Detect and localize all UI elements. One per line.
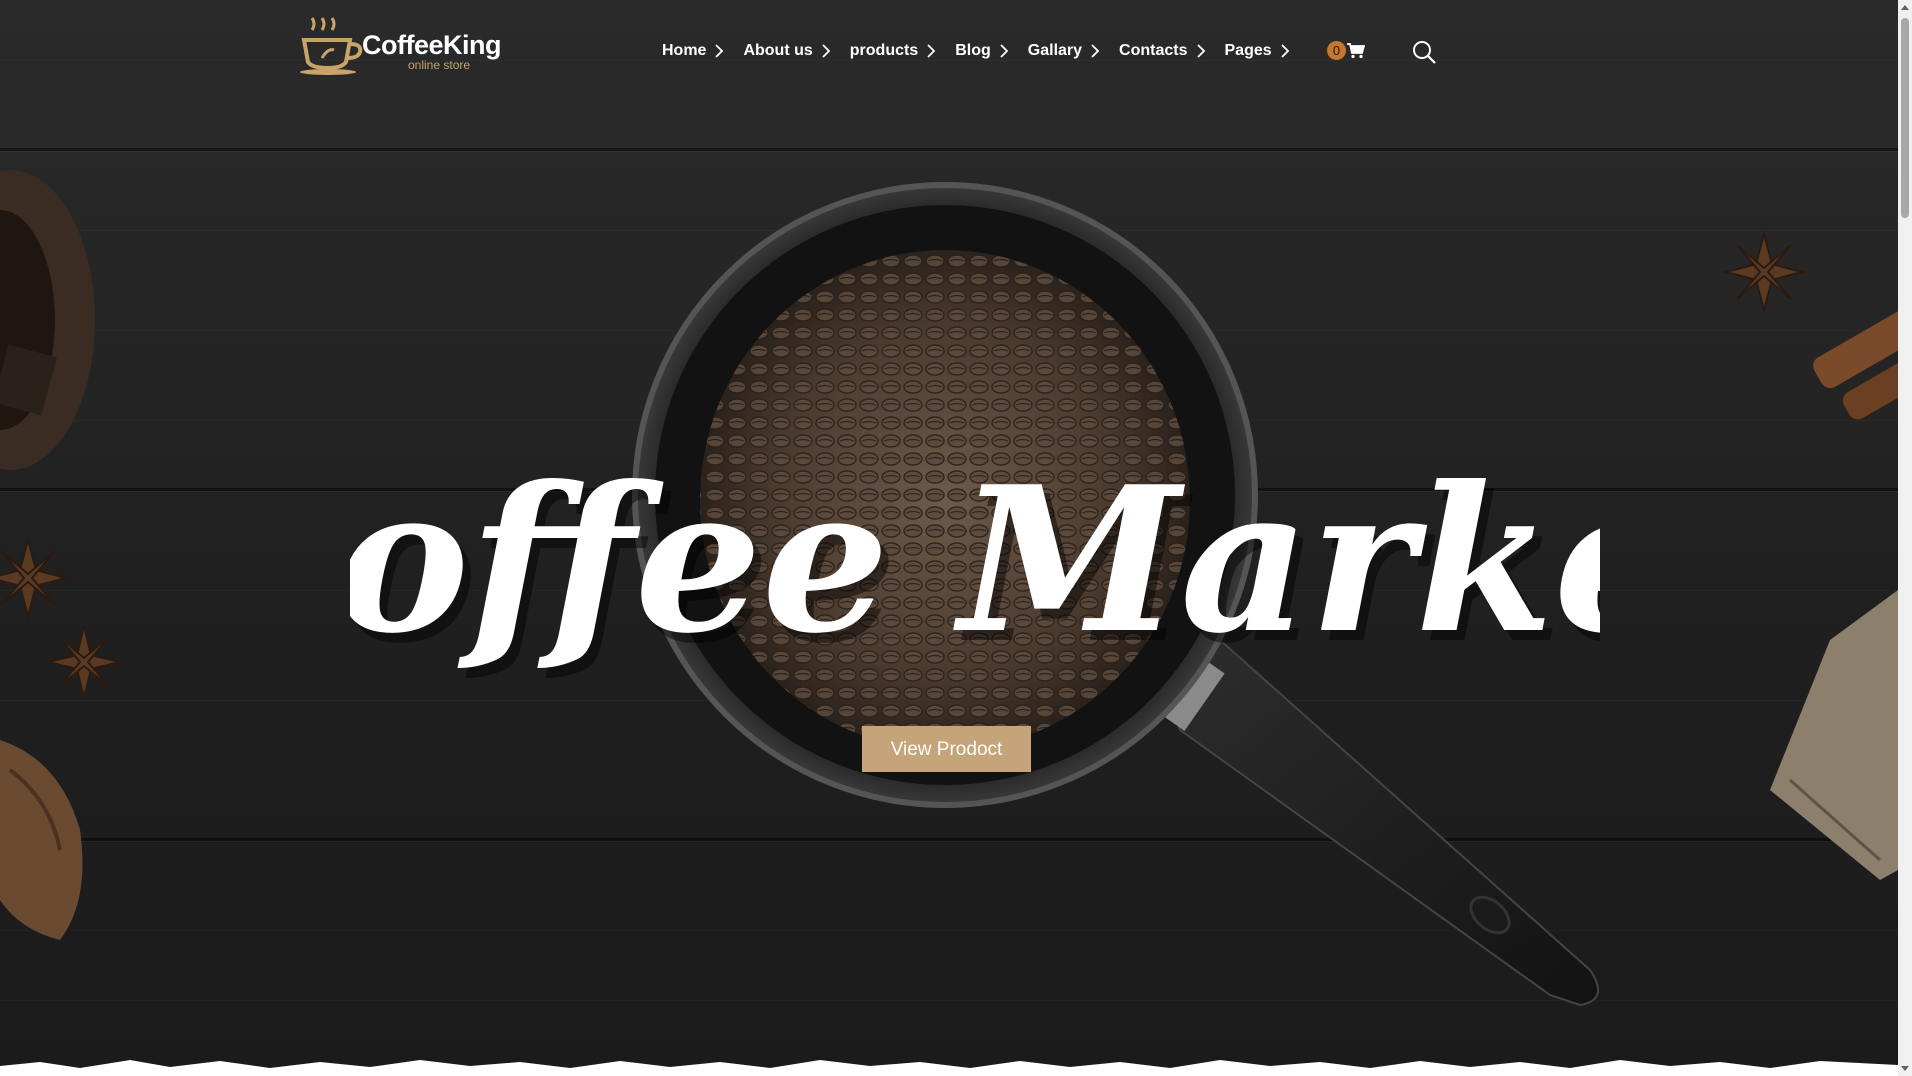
- nav-item-pages[interactable]: Pages: [1225, 42, 1290, 60]
- nav-item-label: Gallary: [1027, 42, 1083, 59]
- search-icon[interactable]: [1411, 39, 1437, 65]
- chevron-right-icon: [927, 44, 936, 58]
- nav-item-label: Home: [662, 42, 707, 59]
- chevron-right-icon: [1000, 44, 1009, 58]
- wooden-mortar-image: [0, 170, 95, 470]
- hero-section: CoffeeKing online store Home About us pr…: [0, 0, 1898, 1076]
- scroll-down-arrow-icon[interactable]: [1898, 1060, 1912, 1076]
- shopping-cart-icon: [1347, 43, 1365, 59]
- nav-item-label: About us: [743, 42, 813, 59]
- nav-item-label: products: [849, 42, 919, 59]
- scroll-up-arrow-icon[interactable]: [1898, 0, 1912, 16]
- chevron-right-icon: [1196, 44, 1205, 58]
- bread-image: [0, 740, 83, 940]
- nav-item-products[interactable]: products: [850, 42, 936, 60]
- hero-title: Coffee Market Coffee Market: [350, 443, 1600, 688]
- vertical-scrollbar[interactable]: [1898, 0, 1912, 1076]
- main-nav: Home About us products Blog Gallary Cont…: [662, 38, 1309, 64]
- cinnamon-sticks-image: [1813, 305, 1898, 420]
- chevron-right-icon: [822, 44, 831, 58]
- nav-item-label: Pages: [1224, 42, 1272, 59]
- nav-item-gallary[interactable]: Gallary: [1028, 42, 1100, 60]
- chevron-right-icon: [1091, 44, 1100, 58]
- scrollbar-thumb[interactable]: [1901, 18, 1909, 218]
- brand-name[interactable]: CoffeeKing: [362, 30, 502, 61]
- nav-item-home[interactable]: Home: [662, 42, 724, 60]
- hero-title-text: Coffee Market: [350, 443, 1600, 678]
- nav-item-blog[interactable]: Blog: [955, 42, 1009, 60]
- cart-count-badge: 0: [1327, 41, 1346, 60]
- nav-item-label: Blog: [955, 42, 991, 59]
- nav-item-about[interactable]: About us: [743, 42, 831, 60]
- view-product-button[interactable]: View Prodoct: [862, 726, 1031, 772]
- cart-button[interactable]: 0: [1327, 40, 1369, 64]
- nav-item-label: Contacts: [1119, 42, 1188, 59]
- page: CoffeeKing online store Home About us pr…: [0, 0, 1898, 1076]
- chevron-right-icon: [1281, 44, 1289, 58]
- wooden-board-image: [1770, 590, 1898, 880]
- chevron-right-icon: [715, 44, 724, 58]
- nav-item-contacts[interactable]: Contacts: [1119, 42, 1205, 60]
- brand-tagline: online store: [408, 58, 471, 72]
- torn-paper-edge: [0, 1060, 1898, 1076]
